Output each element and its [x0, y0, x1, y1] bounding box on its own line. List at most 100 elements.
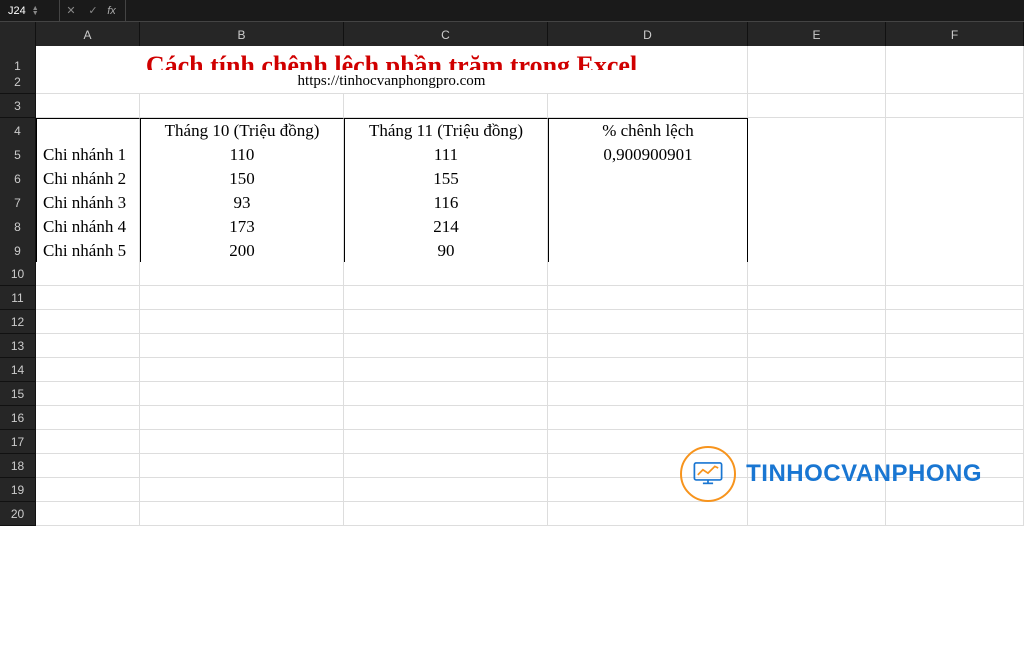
cell-E11[interactable] [748, 286, 886, 310]
row-header-5[interactable]: 5 [0, 142, 36, 168]
cell-F16[interactable] [886, 406, 1024, 430]
col-header-E[interactable]: E [748, 22, 886, 48]
cell-B7[interactable]: 93 [140, 190, 344, 216]
cell-B16[interactable] [140, 406, 344, 430]
cell-B13[interactable] [140, 334, 344, 358]
cell-C12[interactable] [344, 310, 548, 334]
cell-B6[interactable]: 150 [140, 166, 344, 192]
cell-C7[interactable]: 116 [344, 190, 548, 216]
cell-A12[interactable] [36, 310, 140, 334]
cell-B20[interactable] [140, 502, 344, 526]
cell-A16[interactable] [36, 406, 140, 430]
cell-F15[interactable] [886, 382, 1024, 406]
cell-A20[interactable] [36, 502, 140, 526]
cell-A3[interactable] [36, 94, 140, 118]
cell-B15[interactable] [140, 382, 344, 406]
cell-A11[interactable] [36, 286, 140, 310]
formula-confirm-icon[interactable]: ✓ [82, 0, 104, 21]
cell-F13[interactable] [886, 334, 1024, 358]
cell-A14[interactable] [36, 358, 140, 382]
cell-C17[interactable] [344, 430, 548, 454]
name-box[interactable]: J24 ▲ ▼ [0, 0, 60, 21]
row-header-3[interactable]: 3 [0, 94, 36, 118]
row-header-2[interactable]: 2 [0, 70, 36, 94]
cell-D14[interactable] [548, 358, 748, 382]
cell-B17[interactable] [140, 430, 344, 454]
cell-D12[interactable] [548, 310, 748, 334]
row-header-13[interactable]: 13 [0, 334, 36, 358]
cell-C6[interactable]: 155 [344, 166, 548, 192]
cell-B10[interactable] [140, 262, 344, 286]
cell-C11[interactable] [344, 286, 548, 310]
cell-E20[interactable] [748, 502, 886, 526]
formula-cancel-icon[interactable]: ✕ [60, 0, 82, 21]
row-header-8[interactable]: 8 [0, 214, 36, 240]
cell-E13[interactable] [748, 334, 886, 358]
fx-icon[interactable]: fx [104, 0, 126, 21]
cell-F20[interactable] [886, 502, 1024, 526]
row-header-10[interactable]: 10 [0, 262, 36, 286]
row-header-7[interactable]: 7 [0, 190, 36, 216]
cell-A18[interactable] [36, 454, 140, 478]
cell-C3[interactable] [344, 94, 548, 118]
header-C[interactable]: Tháng 11 (Triệu đồng) [344, 118, 548, 144]
cell-C5[interactable]: 111 [344, 142, 548, 168]
cell-D3[interactable] [548, 94, 748, 118]
name-box-spinner[interactable]: ▲ ▼ [32, 6, 39, 16]
cell-C8[interactable]: 214 [344, 214, 548, 240]
cell-D13[interactable] [548, 334, 748, 358]
cell-C15[interactable] [344, 382, 548, 406]
cell-F8[interactable] [886, 214, 1024, 240]
cell-A7[interactable]: Chi nhánh 3 [36, 190, 140, 216]
cell-C19[interactable] [344, 478, 548, 502]
cell-B8[interactable]: 173 [140, 214, 344, 240]
row-header-19[interactable]: 19 [0, 478, 36, 502]
row-header-15[interactable]: 15 [0, 382, 36, 406]
cell-F6[interactable] [886, 166, 1024, 192]
row-header-14[interactable]: 14 [0, 358, 36, 382]
cell-E6[interactable] [748, 166, 886, 192]
cell-D15[interactable] [548, 382, 748, 406]
cell-C16[interactable] [344, 406, 548, 430]
cell-E15[interactable] [748, 382, 886, 406]
col-header-D[interactable]: D [548, 22, 748, 48]
header-D[interactable]: % chênh lệch [548, 118, 748, 144]
cell-D6[interactable] [548, 166, 748, 192]
cell-A6[interactable]: Chi nhánh 2 [36, 166, 140, 192]
cell-E2[interactable] [748, 70, 886, 94]
cell-D5[interactable]: 0,900900901 [548, 142, 748, 168]
cell-B19[interactable] [140, 478, 344, 502]
cell-B18[interactable] [140, 454, 344, 478]
row-header-20[interactable]: 20 [0, 502, 36, 526]
cell-E14[interactable] [748, 358, 886, 382]
col-header-A[interactable]: A [36, 22, 140, 48]
cell-E16[interactable] [748, 406, 886, 430]
formula-input[interactable] [126, 5, 1024, 17]
cell-C14[interactable] [344, 358, 548, 382]
cell-C10[interactable] [344, 262, 548, 286]
cell-F10[interactable] [886, 262, 1024, 286]
col-header-B[interactable]: B [140, 22, 344, 48]
cell-E9[interactable] [748, 238, 886, 264]
cell-B14[interactable] [140, 358, 344, 382]
cell-A15[interactable] [36, 382, 140, 406]
cell-D8[interactable] [548, 214, 748, 240]
col-header-F[interactable]: F [886, 22, 1024, 48]
cell-D10[interactable] [548, 262, 748, 286]
cell-C9[interactable]: 90 [344, 238, 548, 264]
row-header-11[interactable]: 11 [0, 286, 36, 310]
cell-E4[interactable] [748, 118, 886, 144]
row-header-9[interactable]: 9 [0, 238, 36, 264]
select-all-corner[interactable] [0, 22, 36, 48]
cell-C13[interactable] [344, 334, 548, 358]
cell-D9[interactable] [548, 238, 748, 264]
row-header-18[interactable]: 18 [0, 454, 36, 478]
cell-F9[interactable] [886, 238, 1024, 264]
row-header-16[interactable]: 16 [0, 406, 36, 430]
cell-A19[interactable] [36, 478, 140, 502]
cell-A10[interactable] [36, 262, 140, 286]
cell-E8[interactable] [748, 214, 886, 240]
row-header-6[interactable]: 6 [0, 166, 36, 192]
cell-F5[interactable] [886, 142, 1024, 168]
cell-C20[interactable] [344, 502, 548, 526]
